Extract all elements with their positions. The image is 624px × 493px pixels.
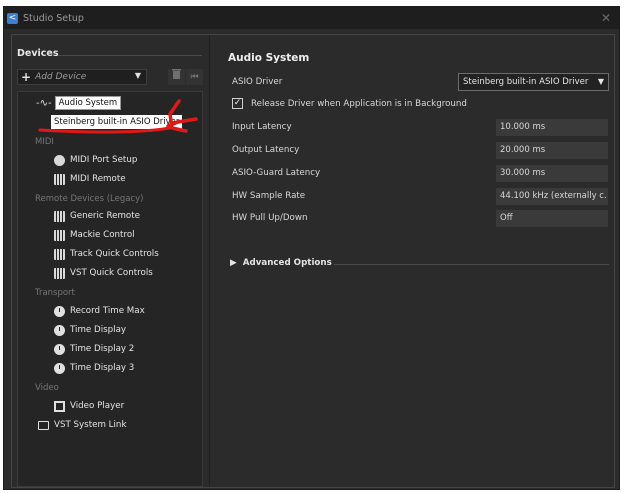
hw-pull-value[interactable]: Off <box>496 210 608 227</box>
asio-driver-value: Steinberg built-in ASIO Driver <box>463 77 589 87</box>
tree-item-midi-port-setup[interactable]: MIDI Port Setup <box>54 151 137 169</box>
generic-remote-label: Generic Remote <box>70 211 140 221</box>
advanced-options-label: Advanced Options <box>242 258 332 268</box>
input-latency-label: Input Latency <box>232 122 292 132</box>
input-latency-value: 10.000 ms <box>496 119 608 136</box>
devices-heading: Devices <box>17 48 59 59</box>
time-display-2-label: Time Display 2 <box>70 344 135 354</box>
tree-item-vst-quick-controls[interactable]: VST Quick Controls <box>54 264 153 282</box>
video-player-label: Video Player <box>70 401 125 411</box>
close-icon[interactable]: ✕ <box>601 11 611 25</box>
audio-system-label: Audio System <box>54 96 122 110</box>
record-time-max-label: Record Time Max <box>70 306 145 316</box>
midi-port-icon <box>54 154 65 166</box>
chevron-down-icon: ▼ <box>134 71 141 80</box>
time-display-label: Time Display <box>70 325 127 335</box>
asio-driver-field-label: ASIO Driver <box>232 77 283 87</box>
panel-divider <box>209 35 210 487</box>
tree-item-video-player[interactable]: Video Player <box>54 397 124 415</box>
trash-icon[interactable] <box>168 69 185 85</box>
vst-quick-controls-label: VST Quick Controls <box>70 268 153 278</box>
monitor-icon <box>38 420 49 430</box>
asio-driver-select[interactable]: Steinberg built-in ASIO Driver ▼ <box>458 73 609 91</box>
release-driver-checkbox[interactable]: ✓ <box>232 98 243 109</box>
app-icon: < <box>7 12 18 24</box>
midi-remote-label: MIDI Remote <box>70 174 126 184</box>
keyboard-icon <box>54 173 65 185</box>
category-video: Video <box>35 383 59 393</box>
time-display-3-label: Time Display 3 <box>70 363 135 373</box>
keyboard-icon <box>54 267 65 279</box>
checkbox-icon: ✓ <box>233 98 242 108</box>
clock-icon <box>54 362 65 374</box>
mackie-control-label: Mackie Control <box>70 230 135 240</box>
advanced-options-toggle[interactable]: ▶ Advanced Options <box>230 258 332 268</box>
clock-icon <box>54 343 65 355</box>
studio-setup-window: < Studio Setup ✕ Devices + Add Device ▼ … <box>3 6 620 490</box>
add-device-dropdown[interactable]: + Add Device ▼ <box>17 69 147 85</box>
tree-item-midi-remote[interactable]: MIDI Remote <box>54 170 126 188</box>
window-title: Studio Setup <box>23 12 84 24</box>
keyboard-icon <box>54 248 65 260</box>
tree-item-time-display-2[interactable]: Time Display 2 <box>54 340 134 358</box>
output-latency-value: 20.000 ms <box>496 142 608 159</box>
plus-icon: + <box>21 70 32 84</box>
video-icon <box>54 400 65 412</box>
tree-item-vst-system-link[interactable]: VST System Link <box>38 416 126 434</box>
devices-divider <box>58 55 202 56</box>
rewind-icon[interactable]: ⏮ <box>186 69 203 85</box>
category-transport: Transport <box>35 288 75 298</box>
keyboard-icon <box>54 210 65 222</box>
clock-icon <box>54 324 65 336</box>
output-latency-label: Output Latency <box>232 145 300 155</box>
keyboard-icon <box>54 229 65 241</box>
track-quick-controls-label: Track Quick Controls <box>70 249 159 259</box>
tree-item-record-time-max[interactable]: Record Time Max <box>54 302 145 320</box>
vst-system-link-label: VST System Link <box>54 420 127 430</box>
asio-driver-label: Steinberg built-in ASIO Driver <box>51 115 183 129</box>
asio-guard-latency-value: 30.000 ms <box>496 165 608 182</box>
tree-item-generic-remote[interactable]: Generic Remote <box>54 207 140 225</box>
add-device-label: Add Device <box>35 72 87 82</box>
triangle-right-icon: ▶ <box>230 258 237 268</box>
title-bar: < Studio Setup ✕ <box>4 7 619 29</box>
advanced-options-divider <box>334 264 609 265</box>
midi-port-setup-label: MIDI Port Setup <box>70 155 138 165</box>
tree-item-time-display-3[interactable]: Time Display 3 <box>54 359 134 377</box>
hw-sample-rate-label: HW Sample Rate <box>232 191 306 201</box>
category-midi: MIDI <box>35 137 54 147</box>
tree-item-time-display[interactable]: Time Display <box>54 321 126 339</box>
hw-sample-rate-value: 44.100 kHz (externally c. <box>496 188 608 205</box>
clock-icon <box>54 305 65 317</box>
chevron-down-icon: ▼ <box>597 77 604 86</box>
asio-guard-latency-label: ASIO-Guard Latency <box>232 168 321 178</box>
tree-item-audio-system[interactable]: -∿- Audio System <box>36 94 122 112</box>
tree-item-asio-driver[interactable]: Steinberg built-in ASIO Driver <box>51 113 183 131</box>
setup-content: Devices + Add Device ▼ ⏮ -∿- Audio Syste… <box>11 34 615 488</box>
category-remote-devices: Remote Devices (Legacy) <box>35 194 144 204</box>
hw-pull-label: HW Pull Up/Down <box>232 213 308 223</box>
tree-item-mackie-control[interactable]: Mackie Control <box>54 226 135 244</box>
device-tree[interactable]: -∿- Audio System Steinberg built-in ASIO… <box>17 91 203 487</box>
waveform-icon: -∿- <box>36 97 52 109</box>
release-driver-label: Release Driver when Application is in Ba… <box>251 99 467 109</box>
audio-system-heading: Audio System <box>228 52 310 64</box>
tree-item-track-quick-controls[interactable]: Track Quick Controls <box>54 245 159 263</box>
